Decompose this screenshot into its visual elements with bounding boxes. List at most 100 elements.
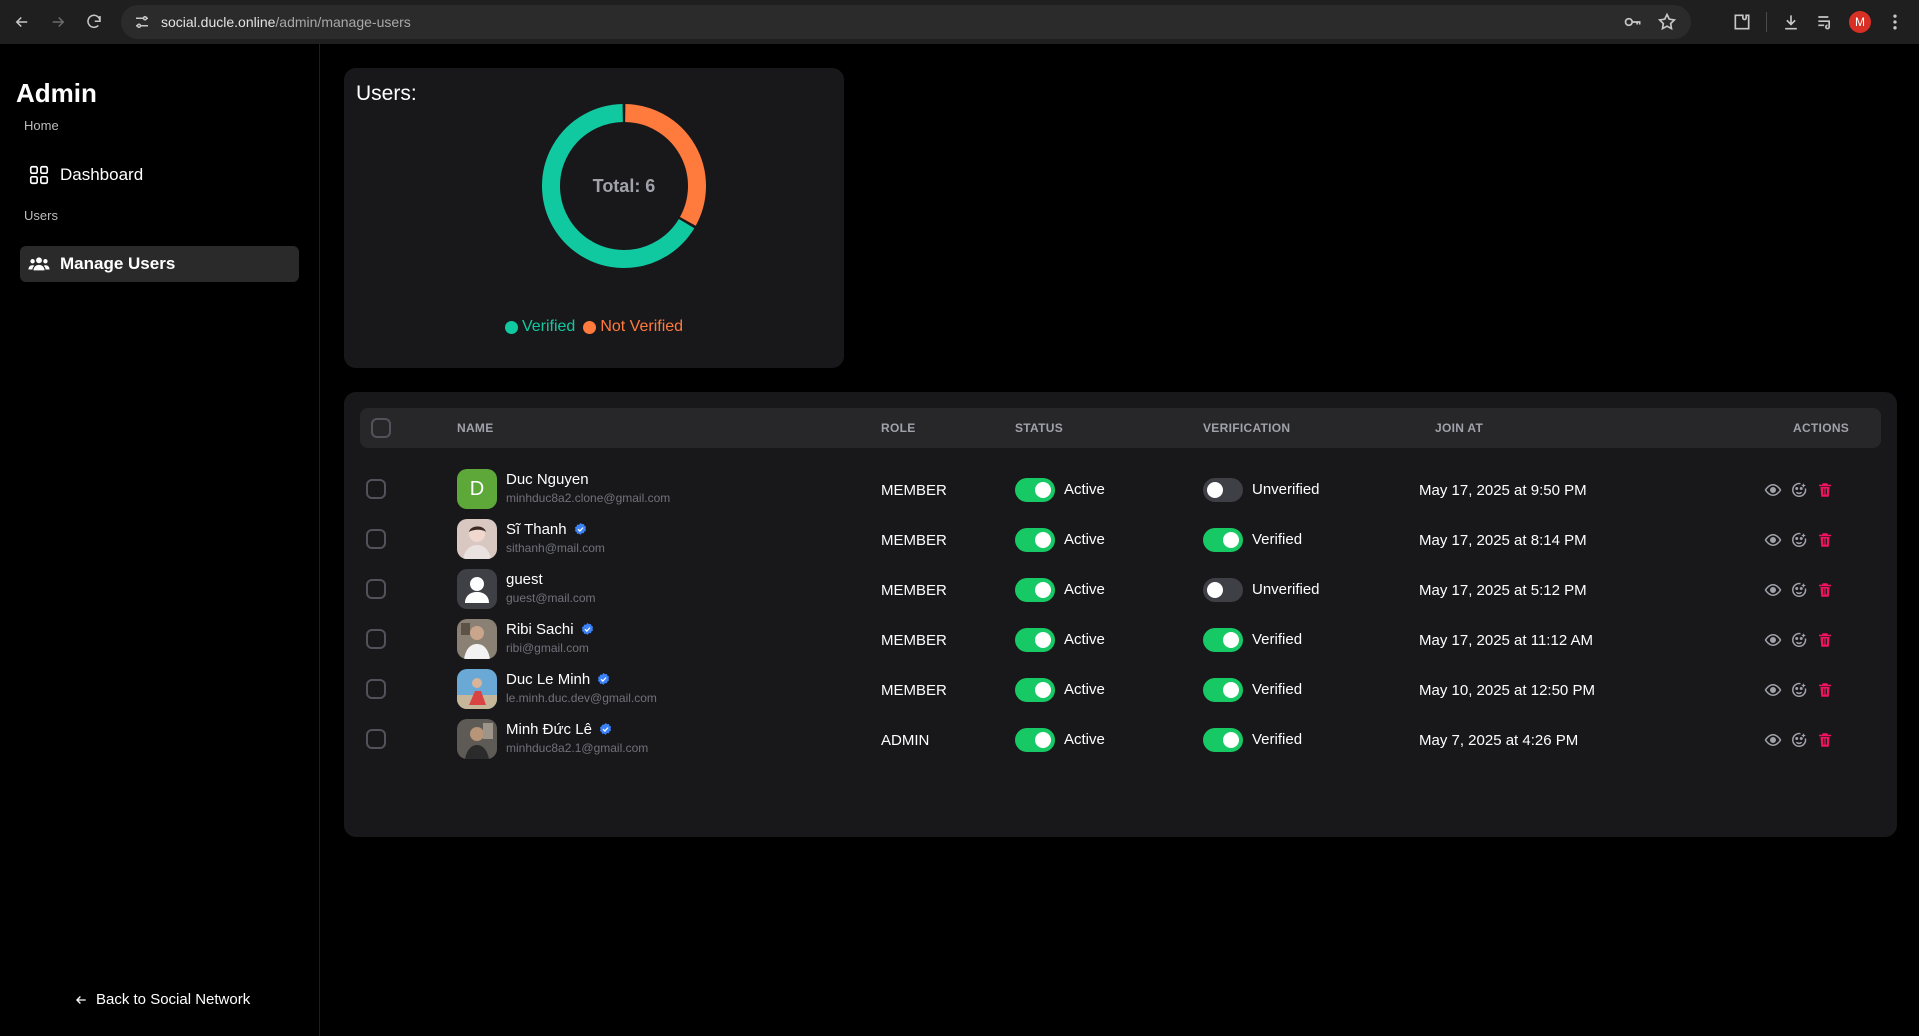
column-header-verification[interactable]: VERIFICATION [1203,421,1290,435]
more-menu-icon[interactable] [1885,12,1905,32]
delete-trash-icon[interactable] [1816,481,1834,499]
legend-item-not-verified: Not Verified [583,318,683,336]
verification-toggle[interactable] [1203,628,1243,652]
status-toggle[interactable] [1015,678,1055,702]
column-header-role[interactable]: ROLE [881,421,916,435]
user-email: minhduc8a2.clone@gmail.com [506,491,671,505]
join-date: May 10, 2025 at 12:50 PM [1419,682,1595,699]
verification-label: Verified [1252,631,1303,648]
edit-face-icon[interactable] [1790,631,1808,649]
view-eye-icon[interactable] [1764,731,1782,749]
view-eye-icon[interactable] [1764,481,1782,499]
verification-donut-chart: Total: 6 [542,104,706,268]
site-info-icon[interactable] [133,13,151,31]
row-select-checkbox[interactable] [366,729,386,749]
back-link-label: Back to Social Network [96,991,251,1008]
verification-toggle[interactable] [1203,678,1243,702]
row-actions [1764,581,1834,599]
url-path: /admin/manage-users [275,14,411,30]
column-header-join-at[interactable]: JOIN AT [1435,421,1483,435]
address-bar[interactable]: social.ducle.online/admin/manage-users [121,5,1691,39]
row-select-checkbox[interactable] [366,529,386,549]
user-name: Duc Nguyen [506,471,589,488]
delete-trash-icon[interactable] [1816,731,1834,749]
join-date: May 17, 2025 at 8:14 PM [1419,532,1587,549]
donut-center-label: Total: 6 [593,176,656,196]
row-actions [1764,731,1834,749]
status-toggle[interactable] [1015,528,1055,552]
url-text: social.ducle.online/admin/manage-users [161,14,411,30]
status-toggle[interactable] [1015,478,1055,502]
user-role: MEMBER [881,582,947,599]
sidebar-item-manage-users[interactable]: Manage Users [20,246,299,282]
status-label: Active [1064,531,1105,548]
user-name-text: Duc Nguyen [506,471,589,488]
back-arrow-icon[interactable] [4,4,40,40]
profile-avatar[interactable]: M [1849,11,1871,33]
sidebar-item-dashboard[interactable]: Dashboard [20,157,299,193]
users-card-title: Users: [356,82,417,105]
toggle-knob [1207,482,1223,498]
verification-label: Verified [1252,731,1303,748]
edit-face-icon[interactable] [1790,731,1808,749]
status-label: Active [1064,481,1105,498]
row-actions [1764,681,1834,699]
sidebar-item-label: Manage Users [60,254,176,273]
edit-face-icon[interactable] [1790,681,1808,699]
user-email: minhduc8a2.1@gmail.com [506,741,649,755]
verification-toggle[interactable] [1203,528,1243,552]
verified-badge-icon [574,522,586,535]
delete-trash-icon[interactable] [1816,631,1834,649]
join-date: May 17, 2025 at 5:12 PM [1419,582,1587,599]
column-header-actions: ACTIONS [1793,421,1850,435]
verification-toggle[interactable] [1203,578,1243,602]
view-eye-icon[interactable] [1764,681,1782,699]
delete-trash-icon[interactable] [1816,681,1834,699]
edit-face-icon[interactable] [1790,531,1808,549]
status-toggle[interactable] [1015,628,1055,652]
arrow-left-icon [76,995,86,1004]
delete-trash-icon[interactable] [1816,531,1834,549]
row-select-checkbox[interactable] [366,629,386,649]
edit-face-icon[interactable] [1790,481,1808,499]
row-select-checkbox[interactable] [366,479,386,499]
legend-item-verified: Verified [504,318,576,336]
status-toggle[interactable] [1015,578,1055,602]
select-all-checkbox[interactable] [371,418,391,438]
verification-label: Verified [1252,681,1303,698]
row-actions [1764,531,1834,549]
url-host: social.ducle.online [161,14,276,30]
delete-trash-icon[interactable] [1816,581,1834,599]
toggle-knob [1223,532,1239,548]
legend-dot-not-verified [583,320,597,334]
row-select-checkbox[interactable] [366,579,386,599]
user-avatar [457,519,497,559]
forward-arrow-icon[interactable] [40,4,76,40]
view-eye-icon[interactable] [1764,631,1782,649]
status-toggle[interactable] [1015,728,1055,752]
key-icon[interactable] [1623,12,1643,32]
row-select-checkbox[interactable] [366,679,386,699]
sidebar-title: Admin [16,78,97,108]
reload-icon[interactable] [76,4,112,40]
legend-label-verified: Verified [521,318,576,335]
user-email: guest@mail.com [506,591,596,605]
view-eye-icon[interactable] [1764,581,1782,599]
verification-toggle[interactable] [1203,478,1243,502]
bookmark-star-icon[interactable] [1657,12,1677,32]
column-header-status[interactable]: STATUS [1015,421,1063,435]
media-queue-icon[interactable] [1815,12,1835,32]
legend-label-not-verified: Not Verified [600,318,684,335]
user-name-text: Ribi Sachi [506,621,574,638]
download-icon[interactable] [1781,12,1801,32]
user-role: MEMBER [881,682,947,699]
status-label: Active [1064,731,1105,748]
verification-toggle[interactable] [1203,728,1243,752]
back-to-social-link[interactable]: Back to Social Network [74,991,250,1008]
column-header-name[interactable]: NAME [457,421,494,435]
user-email: le.minh.duc.dev@gmail.com [506,691,657,705]
extensions-icon[interactable] [1732,12,1752,32]
user-email: sithanh@mail.com [506,541,605,555]
view-eye-icon[interactable] [1764,531,1782,549]
edit-face-icon[interactable] [1790,581,1808,599]
